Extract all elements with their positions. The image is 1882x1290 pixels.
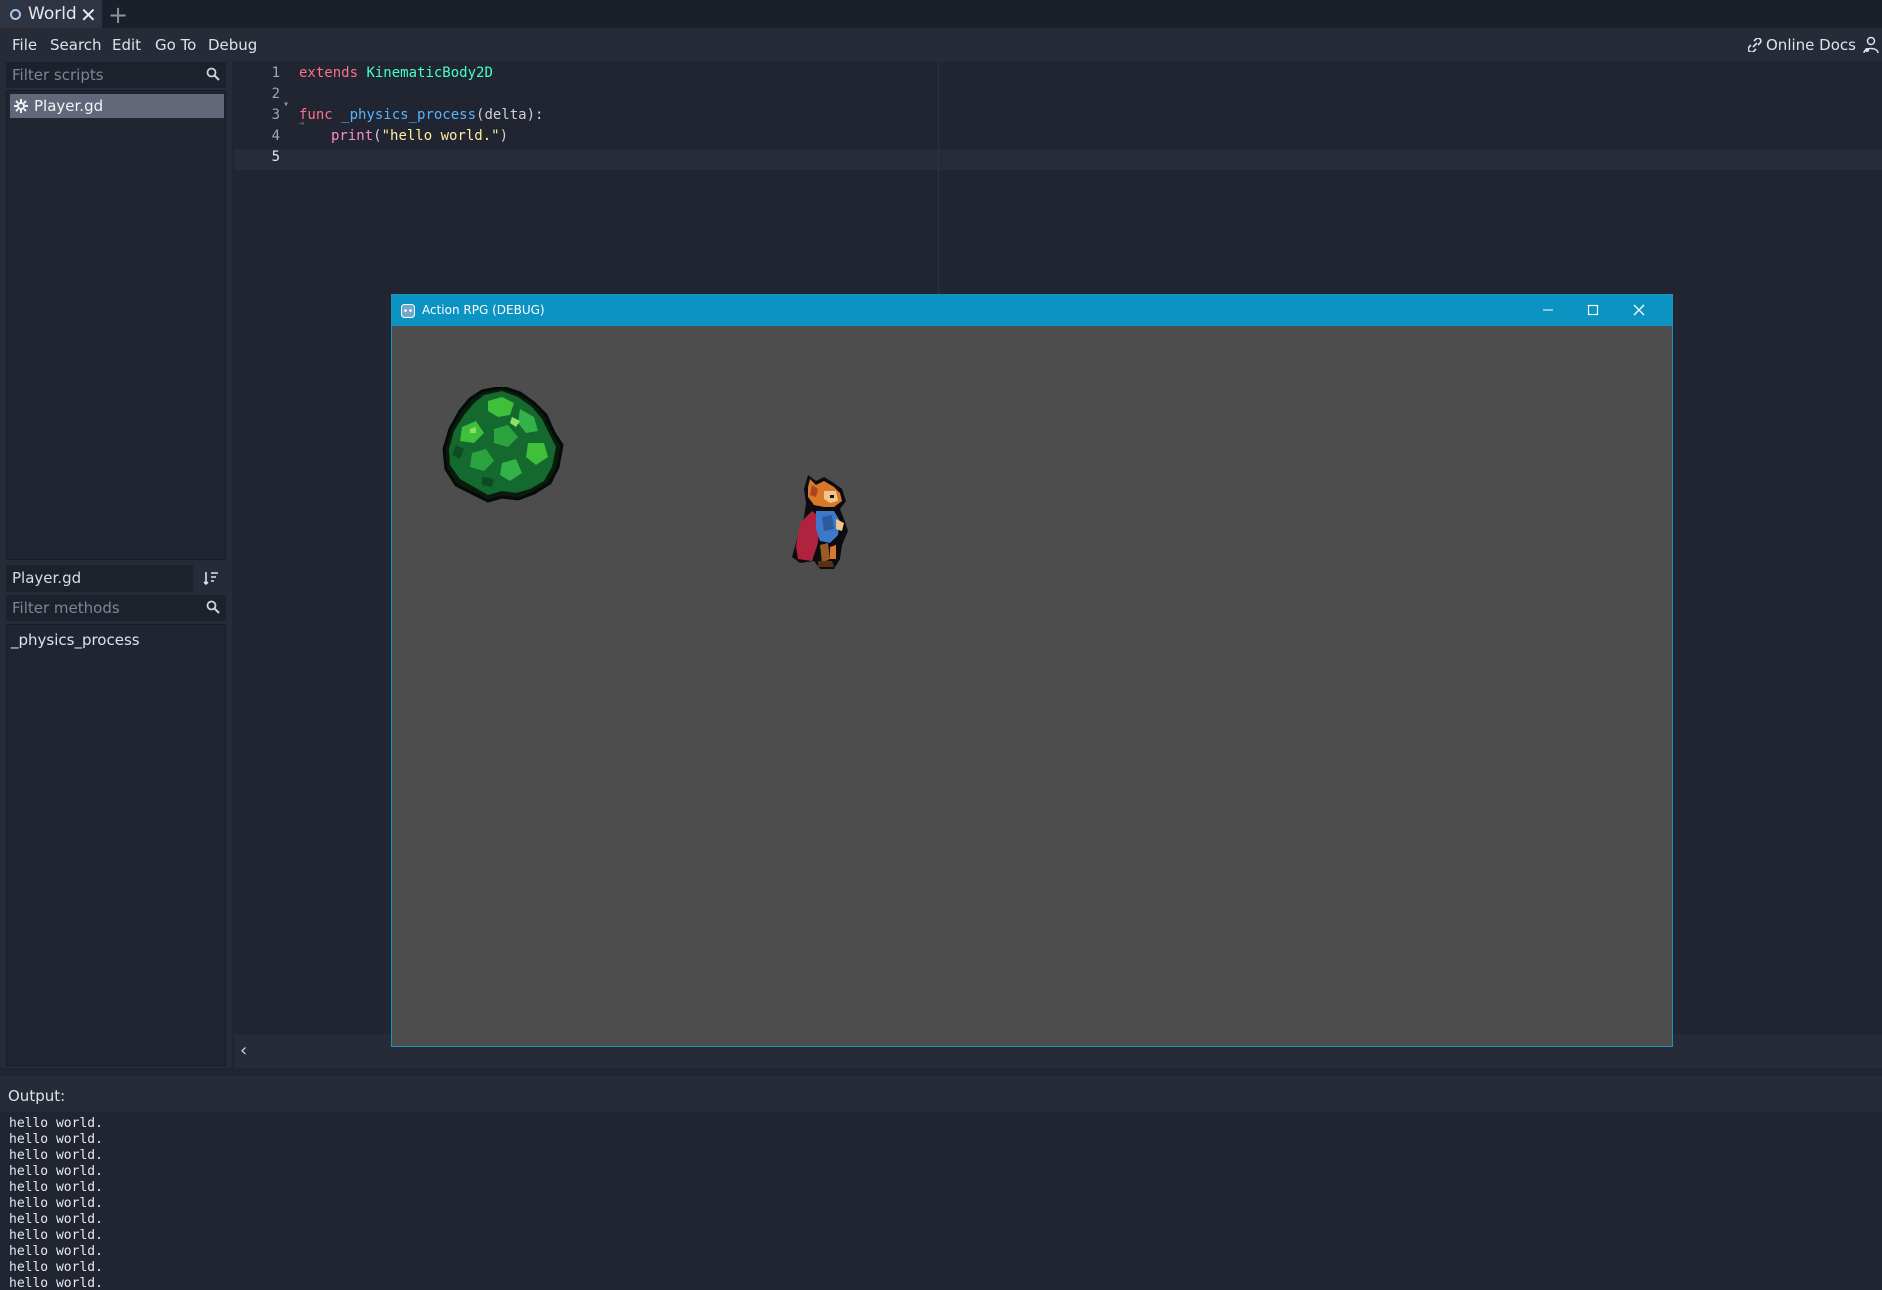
online-docs-button[interactable]: Online Docs (1748, 36, 1856, 54)
minimize-button[interactable] (1536, 300, 1560, 320)
script-menu-bar: File Search Edit Go To Debug Online Docs (0, 28, 1882, 62)
paren-open: ( (373, 128, 382, 144)
fold-arrow-icon[interactable]: ▾ (283, 99, 289, 110)
filter-methods-input[interactable]: Filter methods (6, 595, 226, 621)
method-item-physics-process[interactable]: _physics_process (11, 631, 140, 649)
game-window[interactable]: Action RPG (DEBUG) (391, 294, 1673, 1047)
script-item-label: Player.gd (34, 97, 104, 115)
output-line: hello world. (9, 1116, 103, 1131)
output-panel: Output: hello world. hello world. hello … (0, 1076, 1882, 1290)
godot-app-icon (401, 304, 415, 318)
script-list-panel: Filter scripts Player.gd Player.gd Filte… (0, 62, 232, 1068)
line-number: 2 (271, 86, 280, 102)
menu-file[interactable]: File (12, 36, 37, 54)
code-line-3: func _physics_process(delta): (299, 107, 543, 123)
menu-search[interactable]: Search (50, 36, 102, 54)
paren-close: ) (499, 128, 509, 144)
line-number: 5 (271, 149, 280, 165)
output-line: hello world. (9, 1212, 103, 1227)
tab-label: World (28, 4, 77, 24)
menu-go-to[interactable]: Go To (155, 36, 196, 54)
filter-scripts-placeholder: Filter scripts (12, 66, 104, 84)
minimize-icon (1543, 309, 1553, 311)
link-icon (1748, 38, 1762, 52)
line-number: 1 (271, 65, 280, 81)
filter-scripts-input[interactable]: Filter scripts (6, 62, 226, 88)
line-number: 3 (271, 107, 280, 123)
class-reference-icon[interactable] (1862, 36, 1880, 54)
add-tab-icon[interactable]: + (108, 1, 128, 29)
output-label: Output: (8, 1087, 66, 1105)
builtin-print: print (331, 128, 374, 144)
maximize-button[interactable] (1581, 300, 1605, 320)
keyword-extends: extends (299, 65, 359, 81)
collapse-panel-icon[interactable]: ‹ (240, 1040, 247, 1061)
string-literal: "hello world." (381, 128, 500, 144)
menu-debug[interactable]: Debug (208, 36, 257, 54)
current-line-highlight (234, 149, 1882, 170)
output-line: hello world. (9, 1132, 103, 1147)
game-window-titlebar[interactable]: Action RPG (DEBUG) (392, 295, 1672, 326)
close-icon (1633, 304, 1645, 316)
line-length-guide (938, 62, 939, 302)
maximize-icon (1587, 304, 1599, 316)
output-line: hello world. (9, 1228, 103, 1243)
code-line-4: print("hello world.") (331, 128, 508, 144)
menu-edit[interactable]: Edit (112, 36, 141, 54)
close-window-button[interactable] (1627, 300, 1651, 320)
close-tab-icon[interactable]: ✕ (80, 3, 97, 27)
function-name: _physics_process (341, 107, 477, 123)
output-line: hello world. (9, 1260, 103, 1275)
line-number: 4 (271, 128, 280, 144)
output-line: hello world. (9, 1196, 103, 1211)
method-list: _physics_process (6, 624, 226, 1066)
keyword-func: func (299, 107, 333, 123)
filter-methods-placeholder: Filter methods (12, 599, 120, 617)
player-sprite (792, 475, 848, 569)
output-line: hello world. (9, 1164, 103, 1179)
godot-editor: World ✕ + File Search Edit Go To Debug O… (0, 0, 1882, 1290)
output-line: hello world. (9, 1180, 103, 1195)
output-line: hello world. (9, 1244, 103, 1259)
online-docs-label: Online Docs (1766, 36, 1856, 54)
scene-circle-icon (10, 8, 21, 20)
code-line-1: extends KinematicBody2D (299, 65, 493, 81)
search-icon (206, 67, 220, 81)
search-icon (206, 600, 220, 614)
output-line: hello world. (9, 1276, 103, 1290)
gear-icon (14, 99, 28, 113)
current-script-name: Player.gd (6, 565, 193, 592)
sort-icon[interactable] (203, 570, 219, 586)
bush-sprite (442, 387, 564, 503)
type-name: KinematicBody2D (366, 65, 493, 81)
tab-world[interactable]: World ✕ (0, 0, 102, 28)
script-list: Player.gd (6, 90, 226, 560)
scene-tab-bar: World ✕ + (0, 0, 1882, 29)
output-line: hello world. (9, 1148, 103, 1163)
function-args: (delta): (476, 107, 544, 123)
game-window-title: Action RPG (DEBUG) (422, 303, 545, 317)
script-item-player[interactable]: Player.gd (10, 94, 224, 118)
output-log: hello world. hello world. hello world. h… (0, 1112, 1882, 1290)
